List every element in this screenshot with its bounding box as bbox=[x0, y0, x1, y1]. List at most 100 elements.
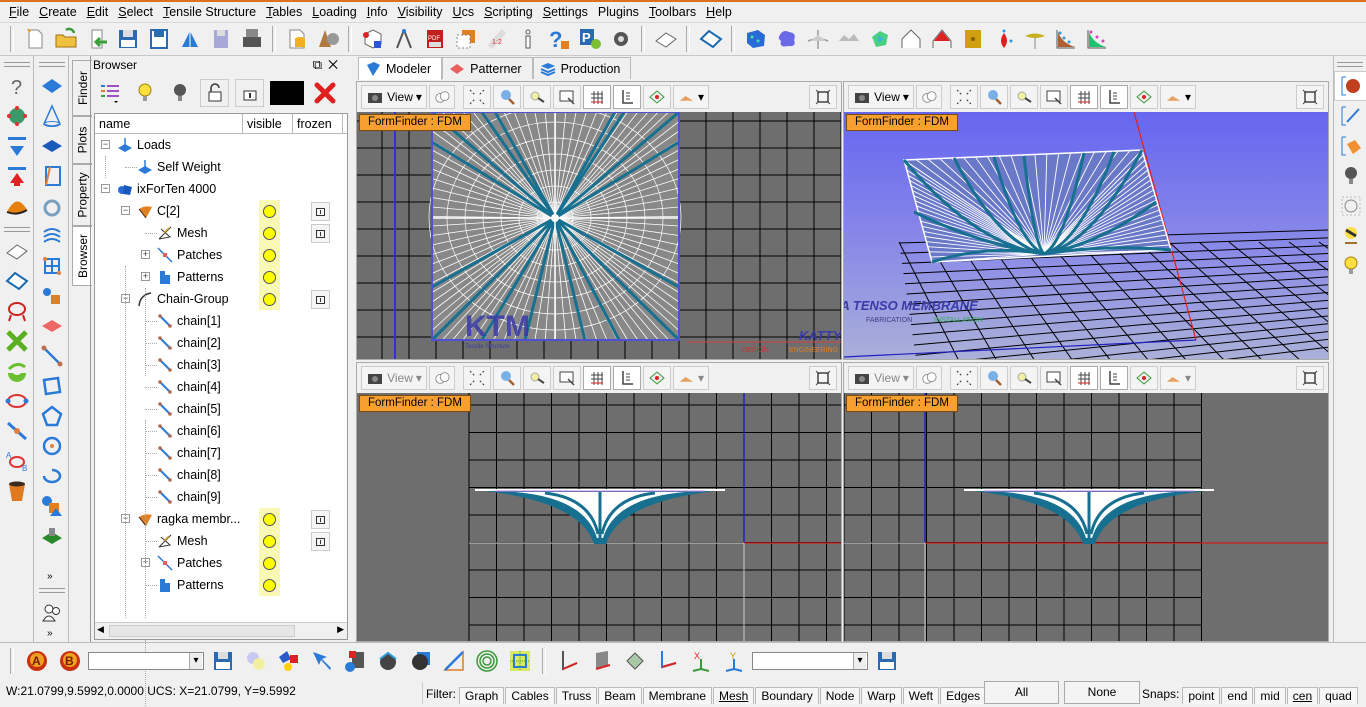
render-mode-button[interactable] bbox=[1130, 366, 1158, 390]
chart-brown-icon[interactable] bbox=[1051, 25, 1080, 53]
blob-icon[interactable] bbox=[772, 25, 801, 53]
visibility-toggle[interactable] bbox=[259, 222, 280, 244]
snap-point[interactable]: point bbox=[1182, 687, 1221, 704]
ucs-origin-icon[interactable] bbox=[653, 647, 682, 675]
bottom-combo-1[interactable] bbox=[88, 651, 204, 670]
background-menu-button[interactable]: ▾ bbox=[673, 85, 709, 109]
show-all-bulb-icon[interactable] bbox=[130, 79, 159, 107]
blob-dark-icon[interactable] bbox=[406, 647, 435, 675]
users-icon[interactable] bbox=[35, 598, 69, 628]
side-tab-finder[interactable]: Finder bbox=[72, 60, 92, 116]
toolbar-grip[interactable] bbox=[641, 26, 645, 52]
plugin-p-icon[interactable]: P bbox=[575, 25, 604, 53]
layers-icon[interactable] bbox=[451, 25, 480, 53]
tree-row[interactable]: − Chain-Group bbox=[95, 288, 347, 310]
arc-icon[interactable] bbox=[35, 461, 69, 491]
blue-mesh-icon[interactable] bbox=[741, 25, 770, 53]
tab-patterner[interactable]: Patterner bbox=[442, 57, 533, 79]
database-icon[interactable] bbox=[282, 25, 311, 53]
grid-node-icon[interactable] bbox=[35, 251, 69, 281]
color-shapes-icon[interactable] bbox=[274, 647, 303, 675]
load-down-icon[interactable] bbox=[0, 131, 34, 161]
toolbar-grip[interactable] bbox=[39, 588, 65, 593]
menu-tensile-structure[interactable]: Tensile Structure bbox=[158, 2, 261, 22]
rope-icon[interactable] bbox=[0, 296, 34, 326]
color-swatch[interactable] bbox=[270, 81, 304, 105]
zoom-in-button[interactable] bbox=[980, 366, 1008, 390]
viewport-side[interactable]: View ▾ ▾ FormFinder : FDM bbox=[843, 362, 1329, 642]
help-icon[interactable]: ? bbox=[0, 71, 34, 101]
expand-chevron-icon[interactable]: » bbox=[47, 628, 53, 639]
zoom-out-button[interactable] bbox=[1010, 85, 1038, 109]
toolbar-grip[interactable] bbox=[731, 26, 735, 52]
visibility-toggle[interactable] bbox=[259, 508, 280, 530]
axis-toggle-button[interactable] bbox=[1100, 366, 1128, 390]
maximize-viewport-button[interactable] bbox=[809, 85, 837, 109]
box-red-icon[interactable] bbox=[35, 311, 69, 341]
axis-toggle-button[interactable] bbox=[1100, 85, 1128, 109]
toolbar-grip[interactable] bbox=[38, 62, 65, 67]
pcb-icon[interactable] bbox=[35, 521, 69, 551]
visibility-toggle[interactable] bbox=[259, 288, 280, 310]
settings-lock-icon[interactable] bbox=[606, 25, 635, 53]
filter-truss[interactable]: Truss bbox=[555, 687, 598, 704]
menu-loading[interactable]: Loading bbox=[307, 2, 362, 22]
zoom-extents-button[interactable] bbox=[950, 366, 978, 390]
shading-button[interactable] bbox=[916, 366, 942, 390]
filter-boundary[interactable]: Boundary bbox=[755, 687, 819, 704]
zoom-out-button[interactable] bbox=[523, 366, 551, 390]
save-copy-icon[interactable] bbox=[206, 25, 235, 53]
zoom-window-button[interactable] bbox=[553, 85, 581, 109]
snap-end[interactable]: end bbox=[1221, 687, 1254, 704]
mesh-grid-icon[interactable] bbox=[505, 647, 534, 675]
pointer-icon[interactable] bbox=[307, 647, 336, 675]
tree-row[interactable]: − C[2] bbox=[95, 200, 347, 222]
zoom-in-button[interactable] bbox=[493, 85, 521, 109]
line-icon[interactable] bbox=[35, 341, 69, 371]
tent-red-icon[interactable] bbox=[927, 25, 956, 53]
zoom-out-button[interactable] bbox=[523, 85, 551, 109]
pdf-icon[interactable]: PDF bbox=[420, 25, 449, 53]
snap-mid[interactable]: mid bbox=[1254, 687, 1286, 704]
visibility-toggle[interactable] bbox=[259, 574, 280, 596]
light-off-icon[interactable] bbox=[1334, 161, 1366, 191]
view-menu-button[interactable]: View ▾ bbox=[848, 366, 914, 390]
axis-toggle-button[interactable] bbox=[613, 366, 641, 390]
tree-row[interactable]: + Patterns bbox=[95, 266, 347, 288]
light-on-icon[interactable] bbox=[1334, 251, 1366, 281]
unlock-icon[interactable] bbox=[200, 79, 229, 107]
gear-cluster-icon[interactable] bbox=[0, 101, 34, 131]
ab-link-icon[interactable]: AB bbox=[0, 446, 34, 476]
concentric-icon[interactable] bbox=[472, 647, 501, 675]
freeze-toggle[interactable] bbox=[311, 290, 330, 309]
viewport-canvas[interactable]: FormFinder : FDM bbox=[844, 393, 1328, 641]
toolbar-grip[interactable] bbox=[348, 26, 352, 52]
axis-toggle-button[interactable] bbox=[613, 85, 641, 109]
menu-help[interactable]: Help bbox=[701, 2, 737, 22]
zoom-out-button[interactable] bbox=[1010, 366, 1038, 390]
freeze-toggle[interactable] bbox=[311, 202, 330, 221]
menu-create[interactable]: Create bbox=[34, 2, 82, 22]
grid-toggle-button[interactable] bbox=[1070, 366, 1098, 390]
sheet-blue-icon[interactable] bbox=[696, 25, 725, 53]
filter-cables[interactable]: Cables bbox=[505, 687, 555, 704]
expand-icon[interactable]: + bbox=[141, 250, 150, 259]
filter-edges[interactable]: Edges bbox=[940, 687, 987, 704]
save-icon[interactable] bbox=[113, 25, 142, 53]
print-icon[interactable] bbox=[237, 25, 266, 53]
toolbar-grip[interactable] bbox=[1337, 62, 1363, 67]
tree-row[interactable]: Patterns bbox=[95, 574, 347, 596]
chart-green-icon[interactable] bbox=[1082, 25, 1111, 53]
membrane-orange-icon[interactable] bbox=[0, 191, 34, 221]
material-icon[interactable] bbox=[313, 25, 342, 53]
viewport-perspective[interactable]: View▾▾FormFinder : FDMKATTYA TENSO MEMBR… bbox=[843, 81, 1329, 360]
measure-icon[interactable] bbox=[439, 647, 468, 675]
link-ring-icon[interactable] bbox=[0, 386, 34, 416]
filter-all-button[interactable]: All bbox=[984, 681, 1059, 704]
plane-icon[interactable] bbox=[35, 71, 69, 101]
zoom-in-button[interactable] bbox=[980, 85, 1008, 109]
pentagon-icon[interactable] bbox=[35, 401, 69, 431]
a-button-icon[interactable]: A bbox=[22, 647, 51, 675]
menu-plugins[interactable]: Plugins bbox=[593, 2, 644, 22]
visibility-toggle[interactable] bbox=[259, 200, 280, 222]
